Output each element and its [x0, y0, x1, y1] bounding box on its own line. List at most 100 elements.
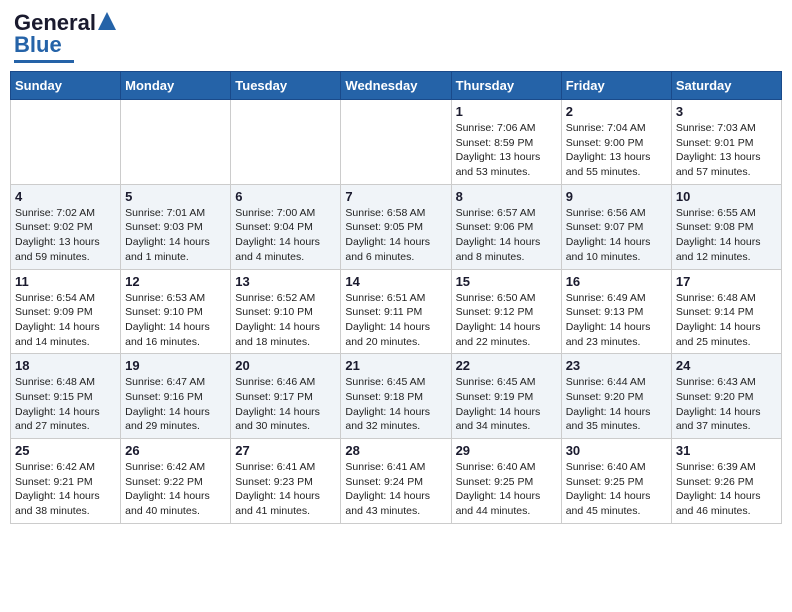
calendar-cell: 10 Sunrise: 6:55 AM Sunset: 9:08 PM Dayli… — [671, 184, 781, 269]
calendar-cell: 7 Sunrise: 6:58 AM Sunset: 9:05 PM Daylig… — [341, 184, 451, 269]
day-info: Sunrise: 6:45 AM Sunset: 9:19 PM Dayligh… — [456, 375, 557, 434]
day-info: Sunrise: 6:48 AM Sunset: 9:15 PM Dayligh… — [15, 375, 116, 434]
day-info: Sunrise: 6:58 AM Sunset: 9:05 PM Dayligh… — [345, 206, 446, 265]
calendar-cell: 13 Sunrise: 6:52 AM Sunset: 9:10 PM Dayli… — [231, 269, 341, 354]
calendar-cell: 5 Sunrise: 7:01 AM Sunset: 9:03 PM Daylig… — [121, 184, 231, 269]
day-info: Sunrise: 6:47 AM Sunset: 9:16 PM Dayligh… — [125, 375, 226, 434]
calendar-cell: 20Sunrise: 6:46 AM Sunset: 9:17 PM Dayli… — [231, 354, 341, 439]
day-info: Sunrise: 6:50 AM Sunset: 9:12 PM Dayligh… — [456, 291, 557, 350]
day-number: 24 — [676, 358, 777, 373]
calendar-cell: 29 Sunrise: 6:40 AM Sunset: 9:25 PM Dayli… — [451, 439, 561, 524]
calendar-week-2: 4 Sunrise: 7:02 AM Sunset: 9:02 PM Daylig… — [11, 184, 782, 269]
day-number: 4 — [15, 189, 116, 204]
day-info: Sunrise: 6:42 AM Sunset: 9:21 PM Dayligh… — [15, 460, 116, 519]
day-info: Sunrise: 6:52 AM Sunset: 9:10 PM Dayligh… — [235, 291, 336, 350]
day-info: Sunrise: 6:42 AM Sunset: 9:22 PM Dayligh… — [125, 460, 226, 519]
day-number: 3 — [676, 104, 777, 119]
day-number: 16 — [566, 274, 667, 289]
day-info: Sunrise: 7:06 AM Sunset: 8:59 PM Dayligh… — [456, 121, 557, 180]
day-info: Sunrise: 6:53 AM Sunset: 9:10 PM Dayligh… — [125, 291, 226, 350]
day-number: 18 — [15, 358, 116, 373]
calendar-cell: 6 Sunrise: 7:00 AM Sunset: 9:04 PM Daylig… — [231, 184, 341, 269]
day-number: 2 — [566, 104, 667, 119]
calendar-cell — [11, 100, 121, 185]
day-info: Sunrise: 6:51 AM Sunset: 9:11 PM Dayligh… — [345, 291, 446, 350]
calendar-cell: 2 Sunrise: 7:04 AM Sunset: 9:00 PM Daylig… — [561, 100, 671, 185]
day-number: 7 — [345, 189, 446, 204]
page-header: General Blue — [10, 10, 782, 63]
calendar-cell: 14 Sunrise: 6:51 AM Sunset: 9:11 PM Dayli… — [341, 269, 451, 354]
calendar-cell: 31Sunrise: 6:39 AM Sunset: 9:26 PM Dayli… — [671, 439, 781, 524]
day-number: 25 — [15, 443, 116, 458]
day-info: Sunrise: 6:40 AM Sunset: 9:25 PM Dayligh… — [456, 460, 557, 519]
calendar-cell: 17 Sunrise: 6:48 AM Sunset: 9:14 PM Dayli… — [671, 269, 781, 354]
day-number: 5 — [125, 189, 226, 204]
day-number: 22 — [456, 358, 557, 373]
day-number: 13 — [235, 274, 336, 289]
day-info: Sunrise: 7:02 AM Sunset: 9:02 PM Dayligh… — [15, 206, 116, 265]
day-info: Sunrise: 6:41 AM Sunset: 9:23 PM Dayligh… — [235, 460, 336, 519]
calendar-week-3: 11Sunrise: 6:54 AM Sunset: 9:09 PM Dayli… — [11, 269, 782, 354]
day-number: 10 — [676, 189, 777, 204]
calendar-cell: 9Sunrise: 6:56 AM Sunset: 9:07 PM Daylig… — [561, 184, 671, 269]
calendar-cell — [341, 100, 451, 185]
day-info: Sunrise: 6:49 AM Sunset: 9:13 PM Dayligh… — [566, 291, 667, 350]
calendar-cell: 11Sunrise: 6:54 AM Sunset: 9:09 PM Dayli… — [11, 269, 121, 354]
day-number: 6 — [235, 189, 336, 204]
calendar-cell: 15Sunrise: 6:50 AM Sunset: 9:12 PM Dayli… — [451, 269, 561, 354]
day-info: Sunrise: 7:04 AM Sunset: 9:00 PM Dayligh… — [566, 121, 667, 180]
day-number: 27 — [235, 443, 336, 458]
calendar-cell: 23 Sunrise: 6:44 AM Sunset: 9:20 PM Dayli… — [561, 354, 671, 439]
day-number: 23 — [566, 358, 667, 373]
calendar-cell: 27 Sunrise: 6:41 AM Sunset: 9:23 PM Dayli… — [231, 439, 341, 524]
calendar-cell: 25 Sunrise: 6:42 AM Sunset: 9:21 PM Dayli… — [11, 439, 121, 524]
day-info: Sunrise: 6:45 AM Sunset: 9:18 PM Dayligh… — [345, 375, 446, 434]
logo-blue-text: Blue — [14, 32, 62, 58]
day-info: Sunrise: 6:41 AM Sunset: 9:24 PM Dayligh… — [345, 460, 446, 519]
logo: General Blue — [14, 10, 116, 63]
calendar-cell: 12 Sunrise: 6:53 AM Sunset: 9:10 PM Dayli… — [121, 269, 231, 354]
day-info: Sunrise: 6:48 AM Sunset: 9:14 PM Dayligh… — [676, 291, 777, 350]
calendar-table: SundayMondayTuesdayWednesdayThursdayFrid… — [10, 71, 782, 524]
logo-underline — [14, 60, 74, 63]
calendar-week-1: 1 Sunrise: 7:06 AM Sunset: 8:59 PM Daylig… — [11, 100, 782, 185]
day-info: Sunrise: 7:01 AM Sunset: 9:03 PM Dayligh… — [125, 206, 226, 265]
calendar-cell: 18 Sunrise: 6:48 AM Sunset: 9:15 PM Dayli… — [11, 354, 121, 439]
calendar-cell: 30Sunrise: 6:40 AM Sunset: 9:25 PM Dayli… — [561, 439, 671, 524]
day-number: 19 — [125, 358, 226, 373]
day-number: 8 — [456, 189, 557, 204]
day-number: 17 — [676, 274, 777, 289]
calendar-cell — [231, 100, 341, 185]
calendar-cell: 24 Sunrise: 6:43 AM Sunset: 9:20 PM Dayli… — [671, 354, 781, 439]
calendar-week-5: 25 Sunrise: 6:42 AM Sunset: 9:21 PM Dayli… — [11, 439, 782, 524]
day-header-sunday: Sunday — [11, 72, 121, 100]
day-info: Sunrise: 6:44 AM Sunset: 9:20 PM Dayligh… — [566, 375, 667, 434]
calendar-cell: 28 Sunrise: 6:41 AM Sunset: 9:24 PM Dayli… — [341, 439, 451, 524]
day-info: Sunrise: 7:00 AM Sunset: 9:04 PM Dayligh… — [235, 206, 336, 265]
calendar-cell: 16 Sunrise: 6:49 AM Sunset: 9:13 PM Dayli… — [561, 269, 671, 354]
calendar-cell: 4 Sunrise: 7:02 AM Sunset: 9:02 PM Daylig… — [11, 184, 121, 269]
calendar-cell — [121, 100, 231, 185]
day-info: Sunrise: 6:43 AM Sunset: 9:20 PM Dayligh… — [676, 375, 777, 434]
calendar-cell: 21Sunrise: 6:45 AM Sunset: 9:18 PM Dayli… — [341, 354, 451, 439]
day-info: Sunrise: 6:57 AM Sunset: 9:06 PM Dayligh… — [456, 206, 557, 265]
calendar-cell: 26 Sunrise: 6:42 AM Sunset: 9:22 PM Dayli… — [121, 439, 231, 524]
day-number: 1 — [456, 104, 557, 119]
day-info: Sunrise: 6:39 AM Sunset: 9:26 PM Dayligh… — [676, 460, 777, 519]
day-number: 12 — [125, 274, 226, 289]
days-header-row: SundayMondayTuesdayWednesdayThursdayFrid… — [11, 72, 782, 100]
day-number: 26 — [125, 443, 226, 458]
day-info: Sunrise: 6:55 AM Sunset: 9:08 PM Dayligh… — [676, 206, 777, 265]
day-number: 28 — [345, 443, 446, 458]
day-info: Sunrise: 6:46 AM Sunset: 9:17 PM Dayligh… — [235, 375, 336, 434]
calendar-week-4: 18 Sunrise: 6:48 AM Sunset: 9:15 PM Dayli… — [11, 354, 782, 439]
calendar-cell: 19 Sunrise: 6:47 AM Sunset: 9:16 PM Dayli… — [121, 354, 231, 439]
day-number: 29 — [456, 443, 557, 458]
logo-icon — [98, 12, 116, 30]
day-info: Sunrise: 6:40 AM Sunset: 9:25 PM Dayligh… — [566, 460, 667, 519]
day-number: 14 — [345, 274, 446, 289]
day-number: 11 — [15, 274, 116, 289]
day-info: Sunrise: 6:56 AM Sunset: 9:07 PM Dayligh… — [566, 206, 667, 265]
day-header-thursday: Thursday — [451, 72, 561, 100]
day-header-friday: Friday — [561, 72, 671, 100]
